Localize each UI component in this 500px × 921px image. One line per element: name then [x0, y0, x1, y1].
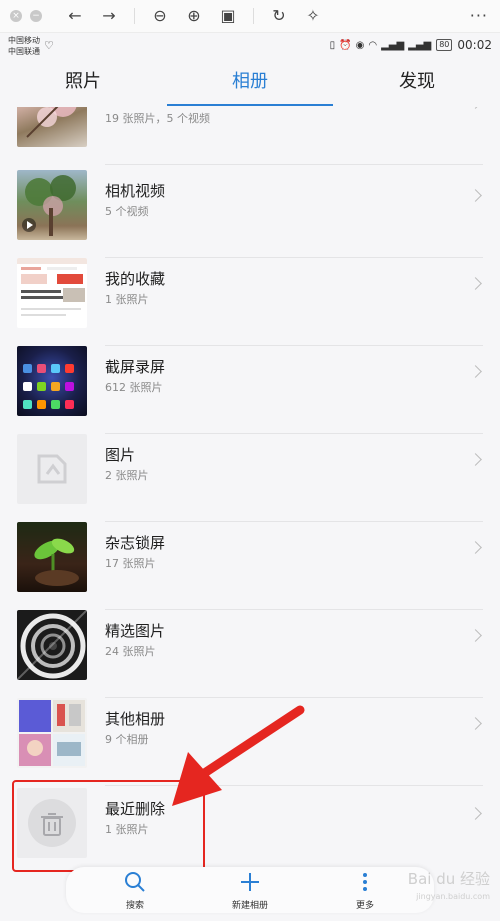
- plus-icon: [205, 871, 295, 898]
- new-album-label: 新建相册: [231, 901, 268, 911]
- watermark-text: Bai du 经验: [407, 870, 490, 888]
- bottom-action-bar: 搜索 新建相册 更多: [66, 867, 434, 913]
- watermark-url: jingyan.baidu.com: [416, 892, 490, 901]
- more-button[interactable]: 更多: [320, 871, 410, 911]
- more-label: 更多: [355, 901, 374, 911]
- search-button[interactable]: 搜索: [90, 871, 180, 911]
- search-label: 搜索: [125, 901, 144, 911]
- search-icon: [90, 871, 180, 898]
- more-vertical-icon: [320, 871, 410, 898]
- annotation-arrow: [172, 705, 305, 806]
- watermark: Bai du 经验 jingyan.baidu.com: [408, 870, 490, 906]
- new-album-button[interactable]: 新建相册: [205, 871, 295, 911]
